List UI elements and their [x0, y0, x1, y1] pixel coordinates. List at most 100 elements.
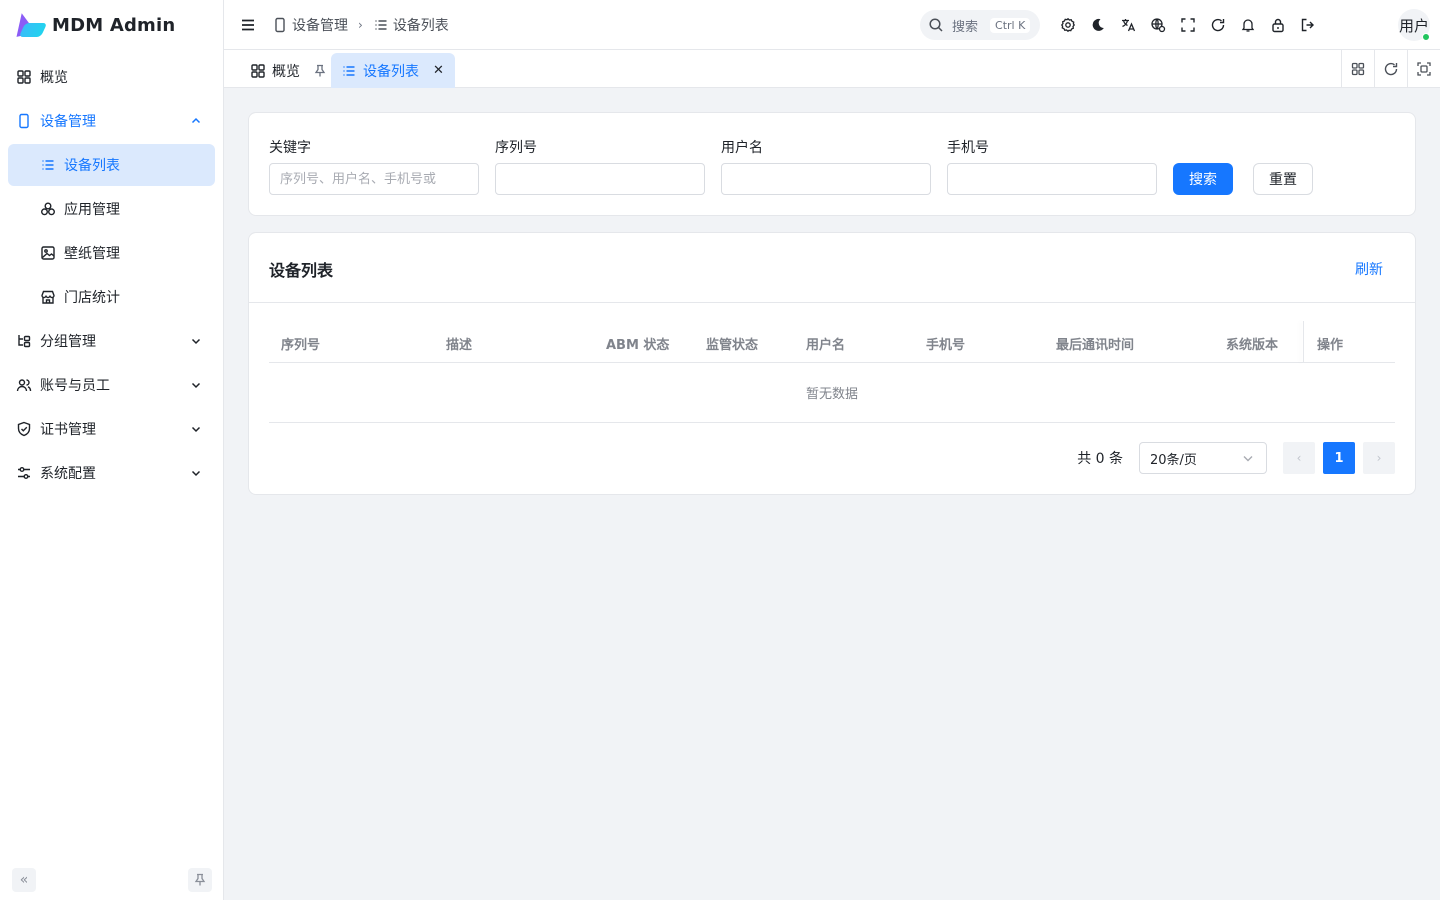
- tab-overview[interactable]: 概览: [240, 53, 338, 88]
- sidebar-menu: 概览 设备管理 设备列表 应用管理 壁纸管理 门店统计 分组管理 账号与员工 证…: [0, 56, 223, 494]
- column-header-phone[interactable]: 手机号: [926, 334, 965, 353]
- sidebar-item-device-list[interactable]: 设备列表: [8, 144, 215, 186]
- users-icon: [16, 377, 32, 393]
- search-shortcut: Ctrl K: [990, 17, 1031, 33]
- breadcrumb-item-device-list[interactable]: 设备列表: [373, 15, 449, 35]
- header-tools: [1060, 14, 1316, 36]
- maximize-icon: [1416, 61, 1432, 77]
- tab-maximize-button[interactable]: [1407, 50, 1440, 88]
- collapse-sidebar-button[interactable]: «: [12, 868, 36, 892]
- keyword-label: 关键字: [269, 140, 311, 156]
- global-search[interactable]: 搜索 Ctrl K: [920, 10, 1040, 40]
- chevron-down-icon: [1240, 450, 1256, 466]
- translate-icon[interactable]: [1120, 14, 1136, 36]
- search-icon: [928, 17, 944, 33]
- chevron-down-icon: [189, 378, 203, 392]
- column-header-description[interactable]: 描述: [446, 334, 472, 353]
- search-label: 搜索: [952, 19, 979, 35]
- column-header-abm-status[interactable]: ABM 状态: [606, 334, 669, 353]
- device-list-card: 设备列表 刷新 序列号 描述 ABM 状态 监管状态 用户名 手机号 最后通讯时…: [248, 232, 1416, 495]
- pin-sidebar-button[interactable]: [188, 868, 212, 892]
- store-icon: [40, 289, 56, 305]
- tab-bar-actions: [1341, 50, 1440, 88]
- username-input[interactable]: [721, 163, 931, 195]
- sidebar-item-store-stats[interactable]: 门店统计: [8, 276, 215, 318]
- grid-icon: [1350, 61, 1366, 77]
- gear-icon[interactable]: [1060, 14, 1076, 36]
- tab-device-list[interactable]: 设备列表 ✕: [331, 53, 455, 88]
- list-icon: [341, 63, 357, 79]
- column-header-username[interactable]: 用户名: [806, 334, 845, 353]
- keyword-input[interactable]: [269, 163, 479, 195]
- sidebar-item-label: 证书管理: [40, 422, 96, 438]
- sidebar-item-label: 分组管理: [40, 334, 96, 350]
- sidebar-item-app-management[interactable]: 应用管理: [8, 188, 215, 230]
- logout-icon[interactable]: [1300, 14, 1316, 36]
- moon-icon[interactable]: [1090, 14, 1106, 36]
- device-table: 序列号 描述 ABM 状态 监管状态 用户名 手机号 最后通讯时间 系统版本 操…: [269, 321, 1395, 423]
- list-icon: [373, 17, 389, 33]
- menu-toggle-button[interactable]: [224, 0, 272, 50]
- phone-field: 手机号: [947, 137, 1157, 195]
- column-header-actions: 操作: [1317, 338, 1344, 353]
- phone-input[interactable]: [947, 163, 1157, 195]
- total-count: 共 0 条: [1077, 451, 1123, 467]
- next-page-button[interactable]: ›: [1363, 442, 1395, 474]
- close-icon[interactable]: ✕: [433, 63, 444, 78]
- sidebar-item-overview[interactable]: 概览: [8, 56, 215, 98]
- shield-icon: [16, 421, 32, 437]
- refresh-button[interactable]: 刷新: [1355, 259, 1383, 279]
- reset-button[interactable]: 重置: [1253, 163, 1313, 195]
- sidebar-footer: «: [0, 868, 224, 892]
- reload-icon: [1383, 61, 1399, 77]
- sidebar-item-accounts[interactable]: 账号与员工: [8, 364, 215, 406]
- device-icon: [272, 17, 288, 33]
- sidebar-item-group-management[interactable]: 分组管理: [8, 320, 215, 362]
- group-icon: [16, 333, 32, 349]
- grid-icon: [250, 63, 266, 79]
- sidebar-item-device-management[interactable]: 设备管理: [8, 100, 215, 142]
- logo[interactable]: MDM Admin: [0, 0, 223, 50]
- username-field: 用户名: [721, 137, 931, 195]
- web-language-icon[interactable]: [1150, 14, 1166, 36]
- sidebar-item-label: 门店统计: [64, 290, 120, 306]
- search-button[interactable]: 搜索: [1173, 163, 1233, 195]
- filter-card: 关键字 序列号 用户名 手机号 搜索 重置: [248, 112, 1416, 216]
- breadcrumb-item-device-management[interactable]: 设备管理: [272, 15, 348, 35]
- tab-label: 设备列表: [363, 63, 419, 80]
- serial-input[interactable]: [495, 163, 705, 195]
- pin-icon: [192, 872, 208, 888]
- chevron-down-icon: [189, 422, 203, 436]
- sidebar-item-certificates[interactable]: 证书管理: [8, 408, 215, 450]
- bell-icon[interactable]: [1240, 14, 1256, 36]
- pin-icon[interactable]: [312, 63, 328, 79]
- column-header-os-version[interactable]: 系统版本: [1226, 334, 1278, 353]
- user-avatar[interactable]: 用户: [1398, 9, 1430, 41]
- sidebar-item-label: 设备列表: [64, 158, 120, 174]
- sidebar-item-system-config[interactable]: 系统配置: [8, 452, 215, 494]
- page-buttons: ‹ 1 ›: [1283, 442, 1395, 474]
- list-icon: [40, 157, 56, 173]
- breadcrumb: 设备管理 › 设备列表: [272, 15, 449, 35]
- keyword-field: 关键字: [269, 137, 479, 195]
- fullscreen-icon[interactable]: [1180, 14, 1196, 36]
- sidebar-item-label: 账号与员工: [40, 378, 110, 394]
- settings-sliders-icon: [16, 465, 32, 481]
- hamburger-icon: [240, 17, 256, 33]
- image-icon: [40, 245, 56, 261]
- phone-label: 手机号: [947, 140, 989, 156]
- column-header-supervision-status[interactable]: 监管状态: [706, 334, 758, 353]
- column-header-serial[interactable]: 序列号: [281, 334, 320, 353]
- page-size-select[interactable]: 20条/页: [1139, 442, 1267, 474]
- fixed-column-divider: [1303, 321, 1304, 363]
- prev-page-button[interactable]: ‹: [1283, 442, 1315, 474]
- online-status-dot: [1422, 33, 1430, 41]
- tab-grid-button[interactable]: [1341, 50, 1374, 88]
- reload-icon[interactable]: [1210, 14, 1226, 36]
- lock-icon[interactable]: [1270, 14, 1286, 36]
- page-number-current[interactable]: 1: [1323, 442, 1355, 474]
- tab-reload-button[interactable]: [1374, 50, 1407, 88]
- sidebar-item-wallpaper[interactable]: 壁纸管理: [8, 232, 215, 274]
- column-header-last-contact[interactable]: 最后通讯时间: [1056, 334, 1134, 353]
- grid-icon: [16, 69, 32, 85]
